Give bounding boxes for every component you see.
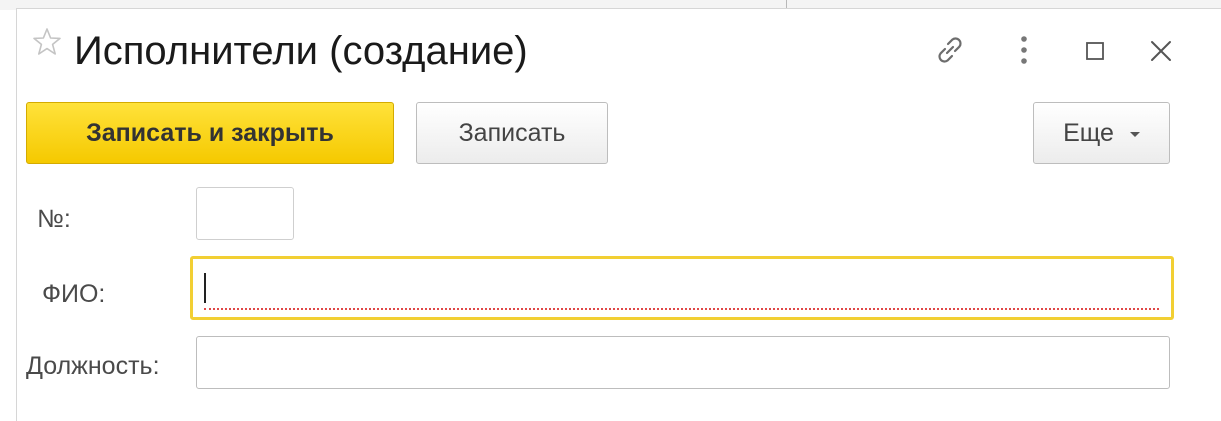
text-cursor — [204, 273, 206, 303]
star-icon[interactable] — [32, 27, 62, 57]
more-button[interactable]: Еще — [1033, 102, 1170, 164]
number-label: №: — [37, 205, 71, 233]
save-button[interactable]: Записать — [416, 102, 608, 164]
save-and-close-button[interactable]: Записать и закрыть — [26, 102, 394, 164]
background-divider — [786, 0, 787, 8]
position-input[interactable] — [196, 336, 1170, 389]
required-field-underline — [204, 308, 1159, 310]
more-vertical-icon[interactable] — [1019, 33, 1029, 67]
number-field[interactable] — [196, 187, 294, 240]
link-icon[interactable] — [932, 32, 968, 68]
save-label: Записать — [458, 118, 566, 147]
position-label: Должность: — [26, 352, 160, 380]
close-icon[interactable] — [1150, 40, 1172, 62]
fio-input[interactable] — [190, 256, 1174, 320]
maximize-icon[interactable] — [1086, 42, 1104, 60]
fio-label: ФИО: — [42, 280, 106, 308]
page-title: Исполнители (создание) — [74, 29, 528, 73]
chevron-down-icon — [1129, 131, 1140, 137]
more-label: Еще — [1063, 118, 1114, 147]
save-and-close-label: Записать и закрыть — [86, 118, 334, 147]
